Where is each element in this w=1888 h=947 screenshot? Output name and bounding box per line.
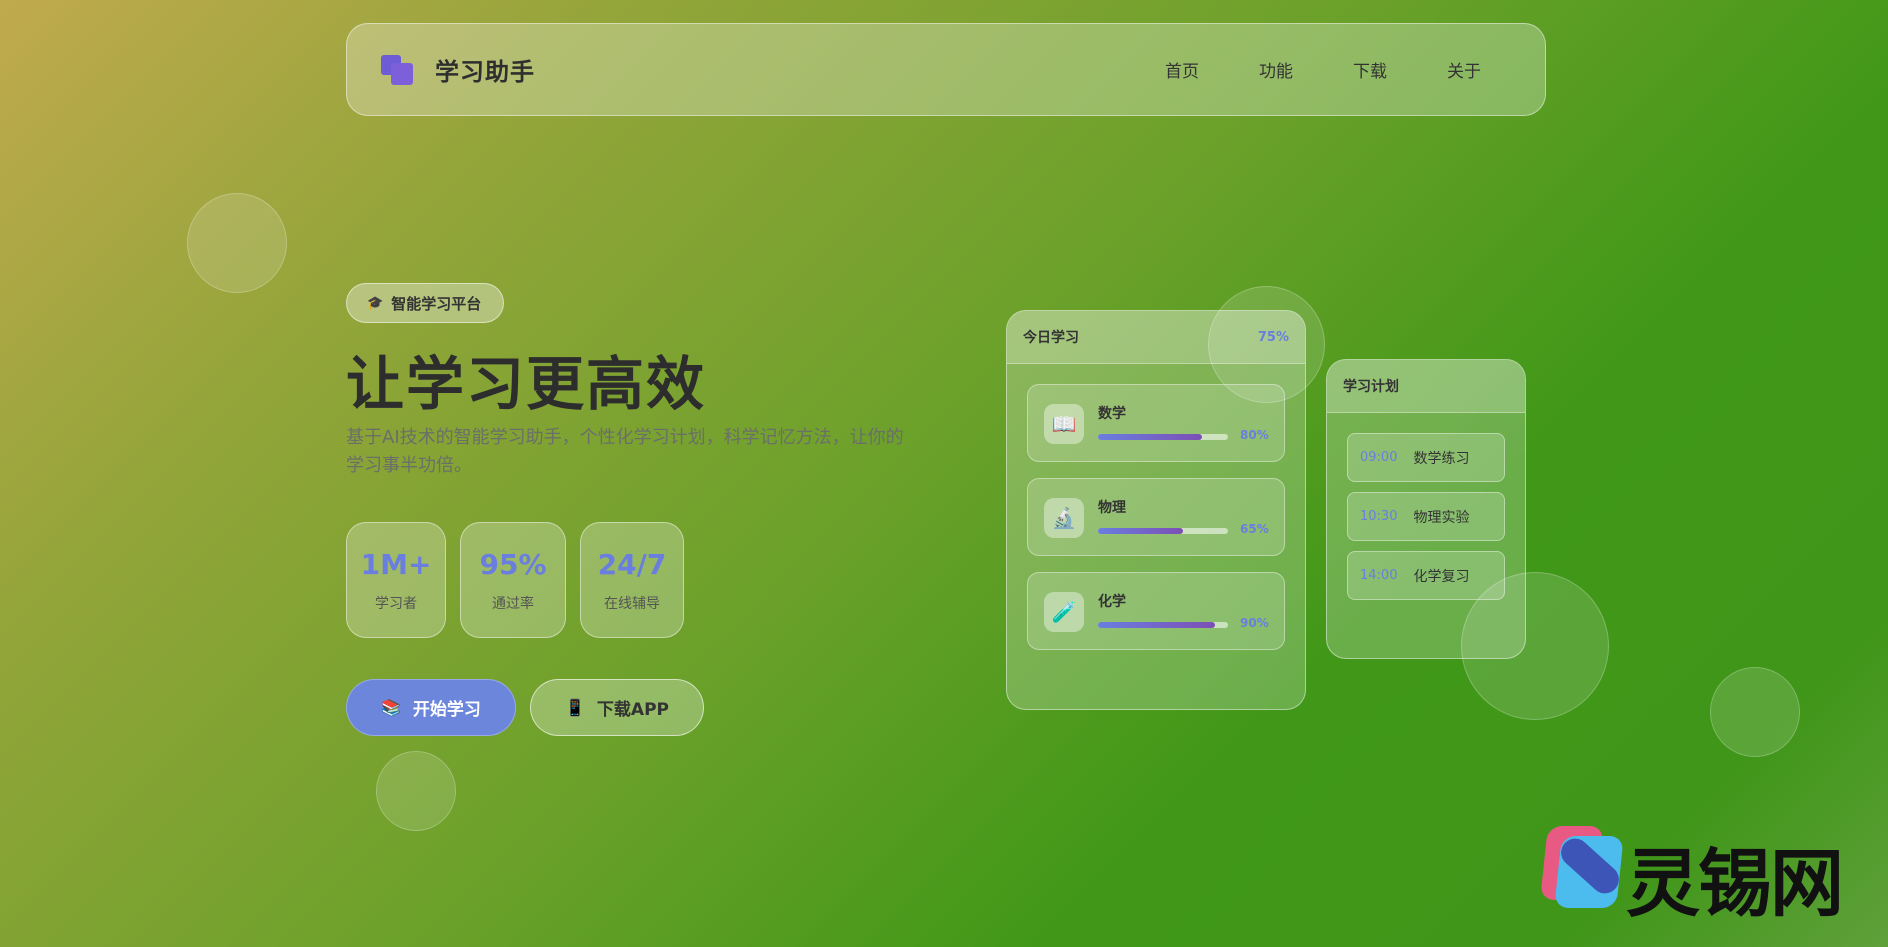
nav-link-about[interactable]: 关于 [1417,57,1511,82]
start-learning-button[interactable]: 📚 开始学习 [346,679,516,736]
plan-item[interactable]: 10:30 物理实验 [1347,492,1505,541]
decor-bubble [1710,667,1800,757]
stat-card-pass-rate: 95% 通过率 [460,522,566,638]
graduation-cap-icon: 🎓 [367,295,384,311]
plan-task: 化学复习 [1413,568,1470,585]
test-tube-icon: 🧪 [1044,592,1084,632]
subject-item-math[interactable]: 📖 数学 80% [1027,384,1285,462]
top-navbar: 学习助手 首页 功能 下载 关于 [346,23,1546,116]
stats-row: 1M+ 学习者 95% 通过率 24/7 在线辅导 [346,522,684,638]
books-icon: 📚 [381,698,401,717]
stat-label: 通过率 [492,595,534,612]
plan-time: 10:30 [1360,509,1398,524]
decor-bubble [187,193,287,293]
microscope-icon: 🔬 [1044,498,1084,538]
stat-value: 95% [479,547,547,581]
plan-item[interactable]: 14:00 化学复习 [1347,551,1505,600]
decor-bubble [376,751,456,831]
stat-value: 1M+ [360,547,432,581]
download-app-button[interactable]: 📱 下载APP [530,679,704,736]
subject-percent: 90% [1240,616,1269,630]
plan-item[interactable]: 09:00 数学练习 [1347,433,1505,482]
today-study-card: 今日学习 75% 📖 数学 80% 🔬 物理 65% 🧪 化学 90% [1006,310,1306,710]
stat-value: 24/7 [597,547,667,581]
logo-icon[interactable] [381,54,415,85]
subject-name: 数学 [1098,406,1126,422]
nav-link-features[interactable]: 功能 [1229,57,1323,82]
subject-name: 化学 [1098,594,1126,610]
platform-badge: 🎓 智能学习平台 [346,283,505,323]
plan-task: 数学练习 [1413,450,1470,467]
subject-progress-fill [1098,434,1202,440]
watermark-logo-icon [1538,822,1625,912]
today-card-header: 今日学习 75% [1007,311,1305,364]
stat-label: 学习者 [375,595,417,612]
today-card-title: 今日学习 [1023,330,1079,346]
book-icon: 📖 [1044,404,1084,444]
subject-progress-bar [1098,622,1228,628]
subject-percent: 80% [1240,428,1269,442]
subject-item-physics[interactable]: 🔬 物理 65% [1027,478,1285,556]
today-card-progress: 75% [1257,329,1289,345]
watermark-logo: 灵锡网 [1538,818,1858,928]
brand-name[interactable]: 学习助手 [435,52,535,87]
stat-card-tutoring: 24/7 在线辅导 [580,522,684,638]
subject-item-chemistry[interactable]: 🧪 化学 90% [1027,572,1285,650]
subject-percent: 65% [1240,522,1269,536]
start-learning-label: 开始学习 [412,700,481,720]
study-plan-card: 学习计划 09:00 数学练习 10:30 物理实验 14:00 化学复习 [1326,359,1526,659]
subject-progress-bar [1098,434,1228,440]
hero-title: 让学习更高效 [346,350,707,418]
subject-progress-fill [1098,622,1215,628]
stat-card-learners: 1M+ 学习者 [346,522,446,638]
plan-time: 14:00 [1360,568,1398,583]
nav-link-home[interactable]: 首页 [1135,57,1229,82]
plan-card-header: 学习计划 [1327,360,1525,413]
stat-label: 在线辅导 [604,595,660,612]
download-app-label: 下载APP [596,700,669,720]
plan-task: 物理实验 [1413,509,1470,526]
subject-progress-fill [1098,528,1183,534]
phone-icon: 📱 [565,698,585,717]
subject-progress-bar [1098,528,1228,534]
badge-label: 智能学习平台 [391,294,482,313]
nav-link-download[interactable]: 下载 [1323,57,1417,82]
nav-links: 首页 功能 下载 关于 [1135,57,1511,82]
hero-subtitle: 基于AI技术的智能学习助手，个性化学习计划，科学记忆方法，让你的学习事半功倍。 [346,427,904,476]
subject-name: 物理 [1098,500,1126,516]
watermark-text: 灵锡网 [1626,841,1844,927]
plan-time: 09:00 [1360,450,1398,465]
plan-card-title: 学习计划 [1343,379,1399,395]
